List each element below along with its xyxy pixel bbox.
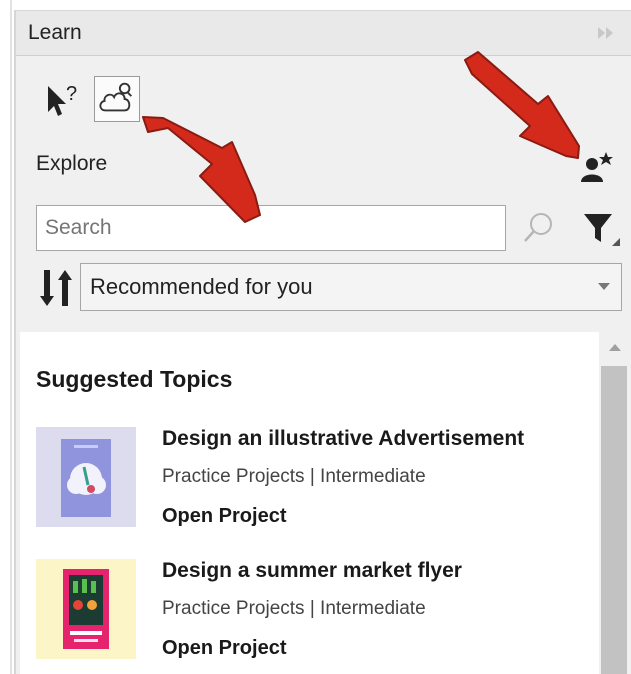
- open-project-link[interactable]: Open Project: [162, 505, 286, 528]
- project-thumbnail: [36, 559, 136, 659]
- left-frame: [0, 0, 12, 674]
- section-title: Suggested Topics: [36, 366, 233, 392]
- explore-label: Explore: [36, 152, 108, 175]
- project-title: Design a summer market flyer: [162, 559, 462, 582]
- svg-text:?: ?: [66, 83, 77, 105]
- cloud-search-icon: [99, 82, 133, 112]
- sort-dropdown[interactable]: Recommended for you: [80, 263, 622, 311]
- list-item[interactable]: Design an illustrative Advertisement Pra…: [36, 427, 596, 542]
- collapse-icon[interactable]: [595, 24, 617, 42]
- sort-icon[interactable]: [38, 268, 78, 308]
- open-project-link[interactable]: Open Project: [162, 637, 286, 660]
- search-input[interactable]: [36, 205, 506, 251]
- help-cursor-icon[interactable]: ?: [44, 82, 84, 122]
- filter-icon[interactable]: [582, 210, 622, 250]
- panel-title: Learn: [28, 21, 82, 44]
- person-star-icon[interactable]: [578, 150, 614, 186]
- vertical-scrollbar[interactable]: [599, 332, 631, 674]
- suggested-topics-list: Suggested Topics Design an illustrative …: [20, 332, 599, 674]
- project-meta: Practice Projects | Intermediate: [162, 598, 426, 619]
- sort-selected-value: Recommended for you: [90, 274, 313, 299]
- project-meta: Practice Projects | Intermediate: [162, 466, 426, 487]
- project-title: Design an illustrative Advertisement: [162, 427, 525, 450]
- project-thumbnail: [36, 427, 136, 527]
- cloud-search-button[interactable]: [94, 76, 140, 122]
- learn-docker-panel: Learn ? Explore Recommended for: [14, 10, 631, 674]
- list-item[interactable]: Design a summer market flyer Practice Pr…: [36, 559, 596, 674]
- search-icon[interactable]: [522, 210, 556, 244]
- scroll-up-icon[interactable]: [609, 344, 621, 351]
- chevron-down-icon: [598, 283, 610, 290]
- panel-titlebar: Learn: [16, 10, 631, 56]
- scroll-thumb[interactable]: [601, 366, 627, 674]
